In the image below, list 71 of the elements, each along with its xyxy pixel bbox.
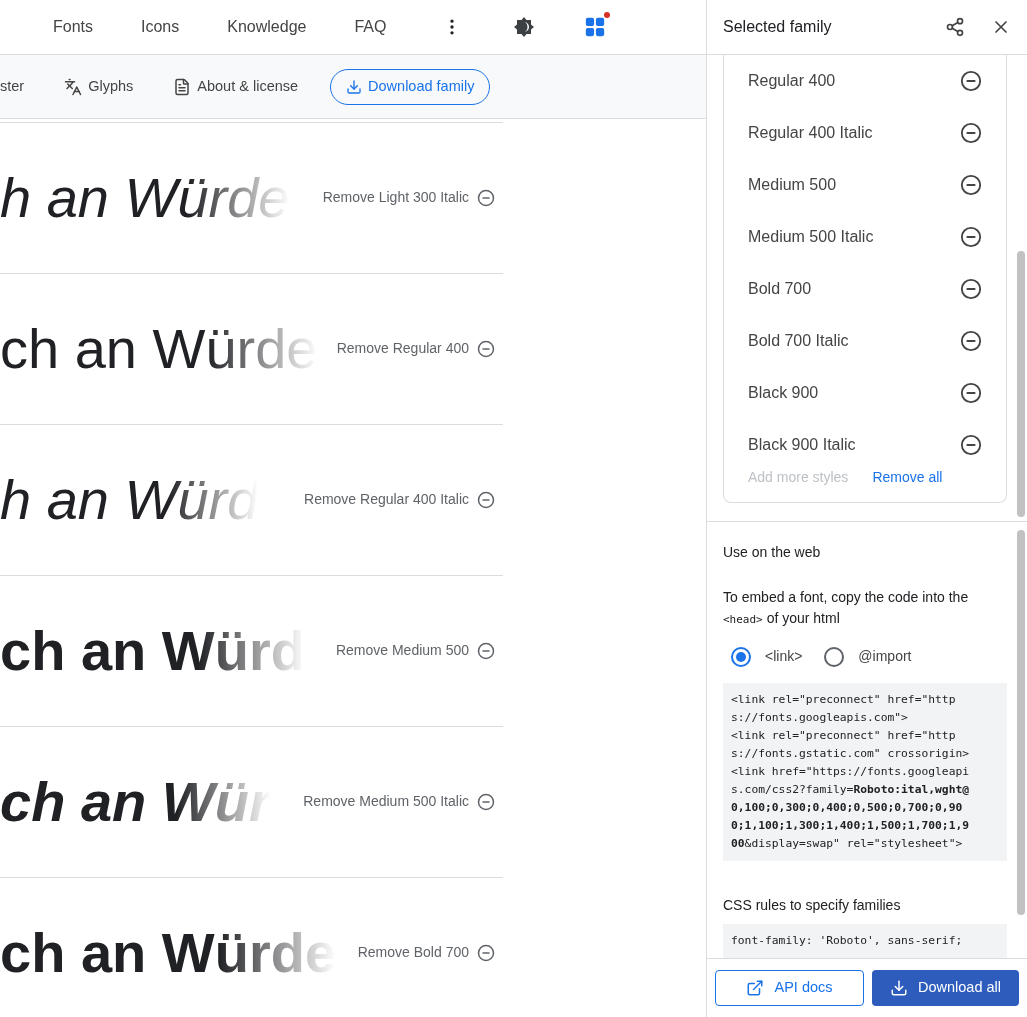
style-name: Medium 500 Italic: [748, 227, 875, 247]
remove-icon[interactable]: [960, 278, 982, 300]
remove-icon[interactable]: [960, 70, 982, 92]
download-icon: [346, 78, 363, 95]
remove-icon[interactable]: [960, 382, 982, 404]
font-sample: ch an Würd: [0, 623, 305, 679]
remove-icon: [477, 490, 495, 509]
font-sample: h an Würde: [0, 170, 290, 226]
code-line: s://fonts.googleapis.com">: [731, 710, 909, 726]
glyphs-icon: [64, 77, 83, 96]
embed-option[interactable]: @import: [824, 646, 912, 667]
remove-style-button[interactable]: Remove Medium 500: [335, 640, 495, 661]
nav-link[interactable]: Fonts: [53, 15, 93, 39]
code-line: 00&display=swap" rel="stylesheet">: [731, 836, 964, 852]
style-name: Regular 400 Italic: [748, 123, 874, 143]
code-line: <link rel="preconnect" href="http: [731, 692, 957, 708]
radio-button[interactable]: [824, 646, 845, 667]
code-line: s://fonts.gstatic.com" crossorigin>: [731, 746, 971, 762]
sub-tab[interactable]: Glyphs: [64, 75, 134, 98]
scrollbar-thumb[interactable]: [1017, 530, 1025, 915]
code-line: <link rel="preconnect" href="http: [731, 728, 957, 744]
remove-icon: [477, 943, 495, 962]
code-line: <link href="https://fonts.googleapi: [731, 764, 971, 780]
download-icon: [890, 979, 908, 997]
remove-icon[interactable]: [960, 330, 982, 352]
external-link-icon: [746, 979, 765, 997]
remove-style-button[interactable]: Remove Light 300 Italic: [322, 187, 495, 208]
code-line: s.com/css2?family=Roboto:ital,wght@: [731, 782, 971, 798]
remove-style-button[interactable]: Remove Medium 500 Italic: [303, 791, 495, 812]
remove-icon: [477, 188, 495, 207]
remove-icon[interactable]: [960, 122, 982, 144]
style-name: Bold 700: [748, 279, 813, 299]
sub-tab[interactable]: ster: [0, 75, 25, 98]
remove-all-link[interactable]: Remove all: [872, 467, 943, 488]
remove-icon[interactable]: [960, 174, 982, 196]
radio-button[interactable]: [731, 646, 751, 667]
add-more-styles: Add more styles: [748, 468, 849, 487]
style-name: Medium 500: [748, 175, 838, 195]
api-docs-button[interactable]: API docs: [715, 970, 864, 1006]
remove-icon: [477, 339, 495, 358]
nav-link[interactable]: FAQ: [354, 15, 387, 39]
code-line: 0;1,100;1,300;1,400;1,500;1,700;1,9: [731, 818, 971, 834]
share-icon[interactable]: [945, 17, 965, 37]
code-line: 0,100;0,300;0,400;0,500;0,700;0,90: [731, 800, 964, 816]
font-sample: h an Würd: [0, 472, 259, 528]
remove-style-button[interactable]: Remove Regular 400 Italic: [304, 489, 495, 510]
remove-style-button[interactable]: Remove Regular 400: [336, 338, 495, 359]
font-sample: ch an Würde: [0, 925, 337, 981]
style-name: Bold 700 Italic: [748, 331, 850, 351]
panel-title: Selected family: [723, 17, 833, 37]
sub-tab[interactable]: About & license: [173, 75, 299, 98]
section-heading: Use on the web: [723, 543, 822, 562]
style-name: Regular 400: [748, 71, 837, 91]
nav-link[interactable]: Knowledge: [227, 15, 307, 39]
scrollbar-thumb[interactable]: [1017, 251, 1025, 517]
font-sample: ch an Würde: [0, 321, 318, 377]
document-icon: [173, 77, 192, 96]
remove-icon: [477, 641, 495, 660]
embed-option[interactable]: <link>: [731, 646, 803, 667]
remove-style-button[interactable]: Remove Bold 700: [357, 942, 495, 963]
section-heading: CSS rules to specify families: [723, 896, 902, 915]
remove-icon[interactable]: [960, 434, 982, 456]
download-all-button[interactable]: Download all: [872, 970, 1019, 1006]
remove-icon[interactable]: [960, 226, 982, 248]
nav-link[interactable]: Icons: [141, 15, 180, 39]
font-sample: ch an Wür: [0, 774, 271, 830]
css-code-block: font-family: 'Roboto', sans-serif;: [723, 924, 1007, 958]
remove-icon: [477, 792, 495, 811]
style-name: Black 900 Italic: [748, 435, 857, 455]
embed-instructions: To embed a font, copy the code into the <head> of your html: [723, 588, 970, 628]
style-name: Black 900: [748, 383, 820, 403]
